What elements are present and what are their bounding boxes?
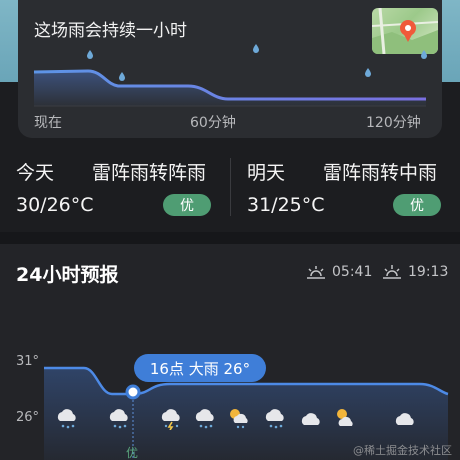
- sun-rain-icon: [230, 409, 248, 429]
- rain-cloud-icon: [265, 409, 284, 429]
- axis-label-120: 120分钟: [366, 115, 421, 131]
- thunder-rain-icon: [161, 409, 180, 430]
- selected-hour-marker[interactable]: [125, 384, 141, 400]
- weather-screen: 这场雨会持续一小时 现在 60分钟 120分钟 今天 雷阵雨转阵雨 30/26°…: [0, 0, 460, 460]
- today-label: 今天: [16, 162, 55, 184]
- hour-aqi-label: 优: [126, 446, 139, 460]
- tomorrow-aqi-badge: 优: [393, 194, 441, 216]
- today-summary[interactable]: 今天 雷阵雨转阵雨 30/26°C 优: [0, 152, 230, 228]
- rain-cloud-icon: [57, 409, 76, 429]
- hourly-forecast-card[interactable]: 24小时预报 05:41 19:13 31° 26° 16点 大雨 26° 优 …: [0, 244, 460, 460]
- cloud-icon: [395, 413, 414, 425]
- watermark: @稀土掘金技术社区: [353, 444, 452, 457]
- axis-label-60: 60分钟: [190, 115, 236, 131]
- section-separator: [0, 232, 460, 244]
- tomorrow-condition: 雷阵雨转中雨: [323, 162, 438, 184]
- today-condition: 雷阵雨转阵雨: [92, 162, 207, 184]
- cloud-icon: [301, 413, 320, 425]
- rain-cloud-icon: [195, 409, 214, 429]
- tomorrow-temp: 31/25°C: [247, 194, 325, 216]
- tomorrow-label: 明天: [247, 162, 286, 184]
- today-temp: 30/26°C: [16, 194, 94, 216]
- sun-cloud-icon: [337, 409, 353, 426]
- selected-hour-tooltip: 16点 大雨 26°: [134, 354, 266, 382]
- rain-cloud-icon: [109, 409, 128, 429]
- tomorrow-summary[interactable]: 明天 雷阵雨转中雨 31/25°C 优: [231, 152, 460, 228]
- today-aqi-badge: 优: [163, 194, 211, 216]
- rain-forecast-card[interactable]: 这场雨会持续一小时 现在 60分钟 120分钟: [18, 0, 442, 138]
- axis-label-now: 现在: [34, 115, 62, 131]
